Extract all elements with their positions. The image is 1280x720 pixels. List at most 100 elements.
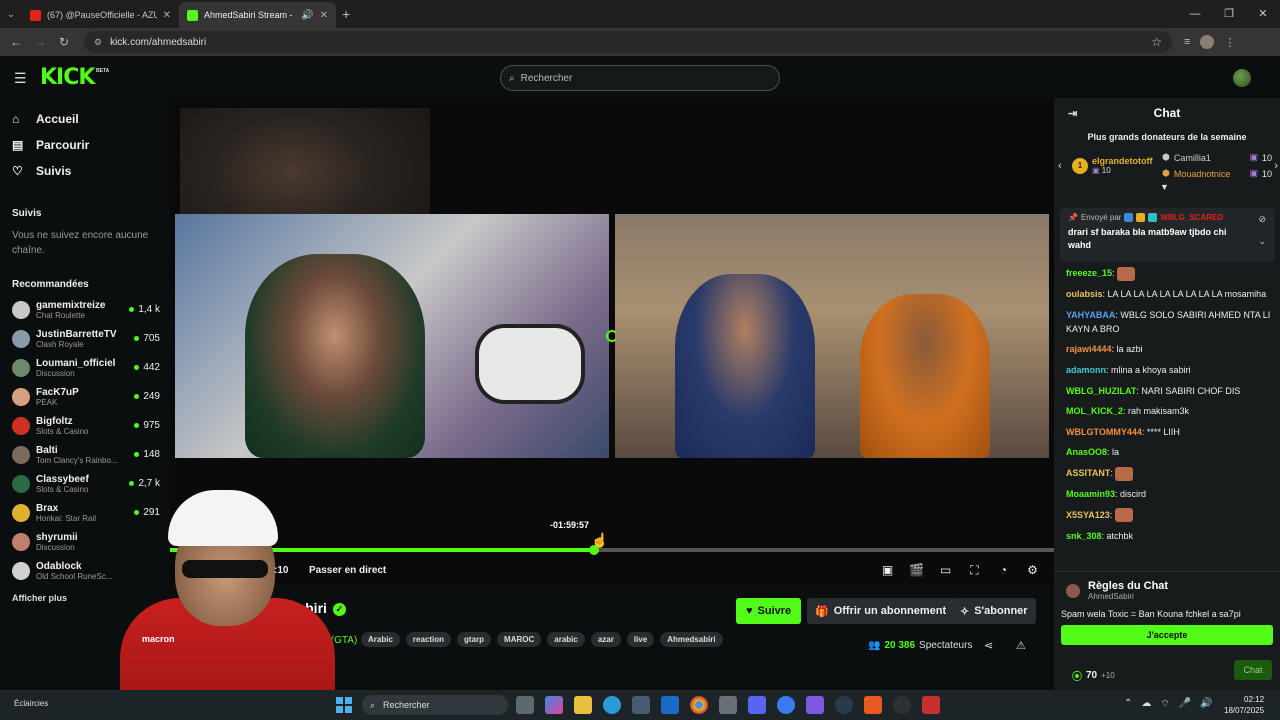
nav-following[interactable]: ♡ Suivis <box>0 158 170 184</box>
steam-icon[interactable] <box>835 696 853 714</box>
app-icon[interactable] <box>719 696 737 714</box>
browser-menu-icon[interactable]: ⋮ <box>1224 36 1235 49</box>
pinned-user[interactable]: WBLG_SCARED <box>1160 213 1223 222</box>
stream-tag[interactable]: Ahmedsabiri <box>660 632 723 647</box>
reload-icon[interactable]: ↻ <box>52 35 76 49</box>
weather-widget[interactable]: Éclaircies <box>14 699 48 708</box>
new-tab-button[interactable]: + <box>342 6 350 22</box>
donor-first[interactable]: 1 elgrandetotoff ▣ 10 <box>1072 156 1153 175</box>
report-warning-icon[interactable]: ⚠ <box>1016 639 1026 652</box>
expand-donors-icon[interactable]: ▼ <box>1160 182 1169 192</box>
chat-username[interactable]: WBLGTOMMY444 <box>1066 427 1142 437</box>
minimize-icon[interactable]: — <box>1178 0 1212 28</box>
stream-tag[interactable]: live <box>626 632 655 647</box>
theater-mode-icon[interactable]: ▭ <box>938 563 953 578</box>
taskbar-search[interactable]: ⌕ Rechercher <box>362 695 508 715</box>
sidebar-channel[interactable]: Balti Tom Clancy's Rainbo... 148 <box>0 440 170 469</box>
kick-logo[interactable]: KICK <box>40 65 95 90</box>
chevron-down-icon[interactable]: ⌄ <box>1258 236 1266 247</box>
follow-button[interactable]: ♥ Suivre <box>736 598 802 624</box>
chat-username[interactable]: YAHYABAA <box>1066 310 1115 320</box>
restore-icon[interactable]: ❐ <box>1212 0 1246 28</box>
sidebar-channel[interactable]: FacK7uP PEAK 249 <box>0 382 170 411</box>
share-icon[interactable]: ⋖ <box>984 639 993 652</box>
settings-gear-icon[interactable]: ⚙ <box>1025 563 1040 578</box>
volume-icon[interactable]: 🔊 <box>1200 698 1212 711</box>
url-field[interactable]: ⚙ kick.com/ahmedsabiri ☆ <box>84 31 1172 53</box>
nav-home[interactable]: ⌂ Accueil <box>0 106 170 132</box>
obs-icon[interactable] <box>893 696 911 714</box>
microphone-icon[interactable]: 🎤 <box>1179 698 1191 711</box>
chat-username[interactable]: AnasOO8 <box>1066 447 1107 457</box>
playback-speed-icon[interactable]: ◔ <box>996 563 1011 578</box>
send-chat-button[interactable]: Chat <box>1234 660 1272 680</box>
chat-username[interactable]: ASSITANT <box>1066 468 1110 478</box>
site-info-icon[interactable]: ⚙ <box>94 37 102 48</box>
wifi-icon[interactable]: ⌔ <box>1160 698 1169 711</box>
tab-search-icon[interactable]: ⌄ <box>0 9 22 20</box>
tray-overflow-icon[interactable]: ⌃ <box>1124 698 1132 711</box>
chat-username[interactable]: rajawi4444 <box>1066 344 1112 354</box>
nav-browse[interactable]: ▤ Parcourir <box>0 132 170 158</box>
stream-tag[interactable]: Arabic <box>361 632 400 647</box>
browser-tab-youtube[interactable]: (67) @PauseOfficielle - AZUL ( ✕ <box>22 2 179 28</box>
discord-icon[interactable] <box>748 696 766 714</box>
taskbar-clock[interactable]: 02:12 18/07/2025 <box>1224 694 1264 716</box>
media-controls-icon[interactable]: ≡ <box>1184 36 1190 48</box>
chat-username[interactable]: WBLG_HUZILAT <box>1066 386 1136 396</box>
donor-second[interactable]: ⬢ Camillia1 ▣ 10 <box>1162 152 1272 163</box>
search-input[interactable]: ⌕ Rechercher <box>500 65 780 91</box>
fullscreen-icon[interactable]: ⛶ <box>967 563 982 578</box>
browser-tab-kick[interactable]: AhmedSabiri Stream - Watc 🔊 ✕ <box>179 2 336 28</box>
chevron-right-icon[interactable]: › <box>1274 160 1278 172</box>
chat-username[interactable]: snk_308 <box>1066 531 1102 541</box>
chat-username[interactable]: X5SYA123 <box>1066 510 1110 520</box>
forward-icon[interactable]: → <box>28 35 52 49</box>
stream-tag[interactable]: azar <box>590 632 621 647</box>
messenger-icon[interactable] <box>777 696 795 714</box>
channel-points[interactable]: ⦿ 70 +10 <box>1072 668 1115 683</box>
profile-avatar[interactable] <box>1200 35 1215 49</box>
bookmark-star-icon[interactable]: ☆ <box>1151 35 1162 49</box>
chat-username[interactable]: adamonn <box>1066 365 1106 375</box>
stream-tag[interactable]: arabic <box>547 632 585 647</box>
close-window-icon[interactable]: ✕ <box>1246 0 1280 28</box>
gamepad-icon[interactable] <box>806 696 824 714</box>
unpin-icon[interactable]: ⊘ <box>1258 214 1266 225</box>
weather-tray-icon[interactable]: ☁ <box>1141 698 1151 711</box>
file-explorer-icon[interactable] <box>574 696 592 714</box>
edge-icon[interactable] <box>603 696 621 714</box>
sidebar-channel[interactable]: Bigfoltz Slots & Casino 975 <box>0 411 170 440</box>
seek-handle[interactable] <box>589 545 599 555</box>
chrome-icon[interactable] <box>690 696 708 714</box>
pinned-message[interactable]: 📌 Envoyé par WBLG_SCARED drari sf baraka… <box>1060 208 1274 262</box>
windows-start-icon[interactable] <box>336 697 352 713</box>
chat-username[interactable]: Moaamin93 <box>1066 489 1115 499</box>
copilot-icon[interactable] <box>545 696 563 714</box>
app-icon[interactable] <box>922 696 940 714</box>
miniplayer-icon[interactable]: ▣ <box>880 563 895 578</box>
gift-subscription-button[interactable]: 🎁 Offrir un abonnement <box>807 598 955 624</box>
user-avatar[interactable] <box>1233 69 1251 87</box>
close-tab-icon[interactable]: ✕ <box>163 10 171 21</box>
collapse-chat-icon[interactable]: ⇥ <box>1068 107 1077 120</box>
hamburger-menu-icon[interactable]: ☰ <box>14 70 27 87</box>
close-tab-icon[interactable]: ✕ <box>320 10 328 21</box>
speaker-icon[interactable]: 🔊 <box>301 10 313 21</box>
clip-icon[interactable]: 🎬 <box>909 563 924 578</box>
chevron-left-icon[interactable]: ‹ <box>1058 160 1062 172</box>
chat-username[interactable]: MOL_KICK_2 <box>1066 406 1123 416</box>
store-icon[interactable] <box>632 696 650 714</box>
sidebar-channel[interactable]: gamemixtreize Chat Roulette 1,4 k <box>0 295 170 324</box>
donor-third[interactable]: ⬢ Mouadnotnice ▣ 10 <box>1162 168 1272 179</box>
sidebar-channel[interactable]: Loumani_officiel Discussion 442 <box>0 353 170 382</box>
back-icon[interactable]: ← <box>4 35 28 49</box>
stream-tag[interactable]: MAROC <box>497 632 542 647</box>
outlook-icon[interactable] <box>661 696 679 714</box>
stream-tag[interactable]: reaction <box>405 632 452 647</box>
task-view-icon[interactable] <box>516 696 534 714</box>
sidebar-channel[interactable]: JustinBarretteTV Clash Royale 705 <box>0 324 170 353</box>
accept-rules-button[interactable]: J'accepte <box>1061 625 1273 645</box>
chat-username[interactable]: freeeze_15 <box>1066 268 1112 278</box>
subscribe-button[interactable]: ✧ S'abonner <box>952 598 1036 624</box>
